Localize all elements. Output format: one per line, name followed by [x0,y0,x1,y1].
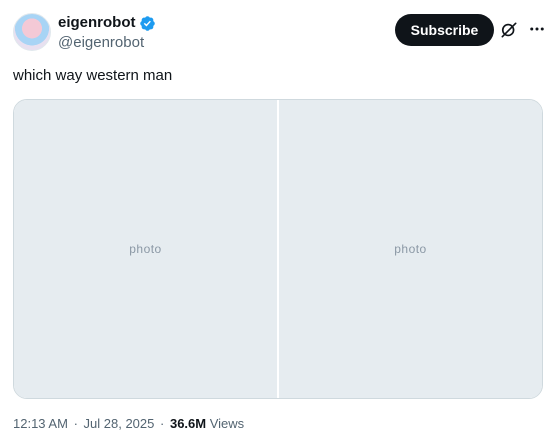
author-name[interactable]: eigenrobot [58,13,156,33]
tweet-date[interactable]: Jul 28, 2025 [84,416,155,431]
photo-placeholder-label: photo [129,242,162,256]
author-name-text[interactable]: eigenrobot [58,13,136,33]
views-count: 36.6M [169,416,207,431]
avatar[interactable] [13,13,51,51]
photo-right[interactable]: photo [279,100,542,398]
grok-icon[interactable] [499,20,519,40]
separator: · [73,416,78,431]
more-icon[interactable] [528,20,546,38]
photo-placeholder-label: photo [394,242,427,256]
separator: · [160,416,165,431]
author-handle[interactable]: @eigenrobot [58,34,144,52]
media-grid: photo photo [13,99,543,399]
photo-left[interactable]: photo [14,100,277,398]
views-label: Views [209,416,245,431]
tweet-text: which way western man [13,67,173,84]
tweet-timestamp: 12:13 AM · Jul 28, 2025 · 36.6M Views [13,416,244,432]
subscribe-button[interactable]: Subscribe [395,14,494,46]
verified-badge-icon [139,15,155,31]
tweet-time[interactable]: 12:13 AM [13,416,68,431]
